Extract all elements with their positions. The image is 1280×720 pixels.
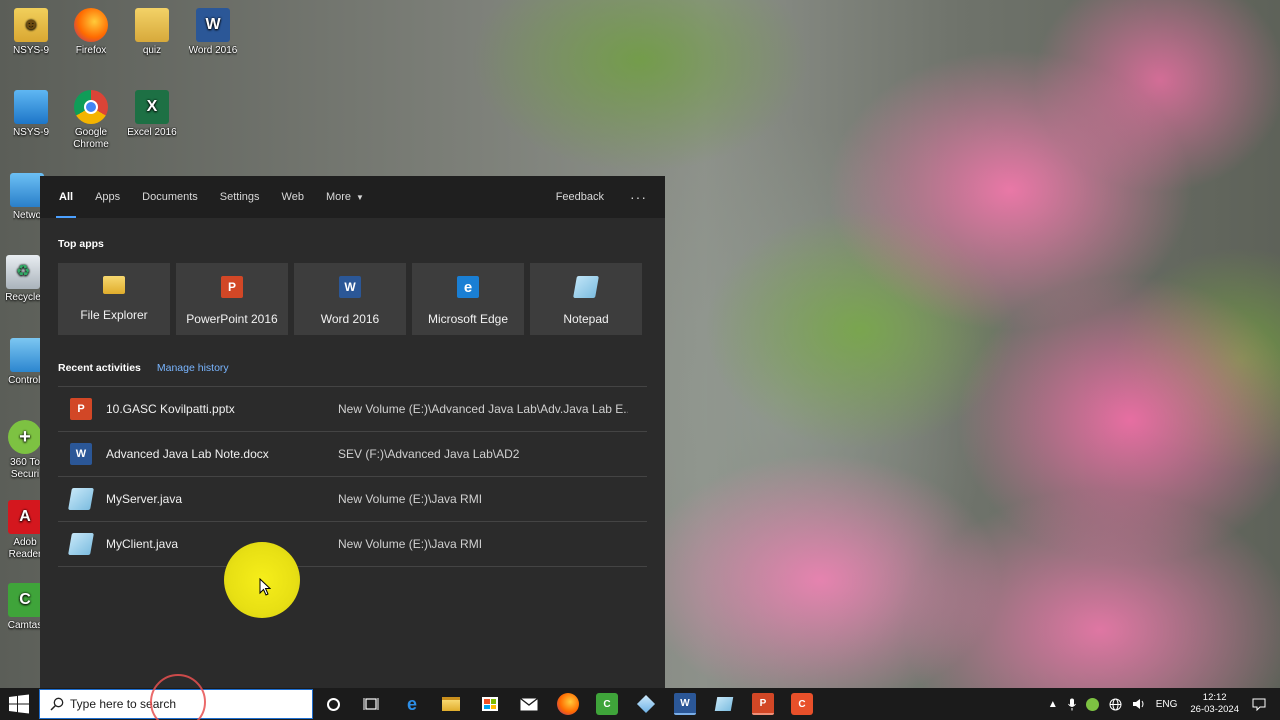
tab-settings[interactable]: Settings [209, 176, 271, 218]
task-view-icon[interactable] [360, 693, 382, 715]
tab-apps[interactable]: Apps [84, 176, 131, 218]
notepad-icon [68, 488, 94, 510]
windows-start-icon[interactable] [8, 694, 30, 714]
top-app-edge[interactable]: e Microsoft Edge [412, 263, 524, 335]
top-app-powerpoint[interactable]: P PowerPoint 2016 [176, 263, 288, 335]
powerpoint-icon[interactable]: P [752, 693, 774, 715]
excel-icon: X [135, 90, 169, 124]
mouse-pointer-icon [259, 578, 271, 596]
firefox-icon [74, 8, 108, 42]
cortana-icon[interactable] [322, 693, 344, 715]
tab-web[interactable]: Web [271, 176, 315, 218]
search-filter-bar: All Apps Documents Settings Web More ▼ F… [40, 176, 665, 218]
word-icon: W [70, 443, 92, 465]
top-app-notepad[interactable]: Notepad [530, 263, 642, 335]
feedback-link[interactable]: Feedback [556, 191, 604, 203]
control-panel-icon [10, 338, 44, 372]
chevron-down-icon: ▼ [356, 192, 364, 202]
recent-activities-heading: Recent activities [58, 362, 141, 374]
tab-more[interactable]: More ▼ [315, 176, 375, 218]
top-app-word[interactable]: W Word 2016 [294, 263, 406, 335]
network-icon [10, 173, 44, 207]
recent-item[interactable]: MyServer.java New Volume (E:)\Java RMI [58, 477, 647, 522]
tab-documents[interactable]: Documents [131, 176, 209, 218]
more-options-button[interactable]: ··· [630, 189, 647, 205]
notepad-icon[interactable] [713, 693, 735, 715]
network-globe-icon[interactable] [1109, 698, 1122, 711]
recent-item[interactable]: W Advanced Java Lab Note.docx SEV (F:)\A… [58, 432, 647, 477]
camtasia-recorder-icon[interactable]: C [791, 693, 813, 715]
search-panel: All Apps Documents Settings Web More ▼ F… [40, 176, 665, 688]
store-icon[interactable] [479, 693, 501, 715]
desktop-icon-nsys-user[interactable]: ☻ NSYS-9 [0, 8, 62, 57]
chrome-icon [74, 90, 108, 124]
top-apps-heading: Top apps [58, 238, 104, 250]
360-security-icon: + [8, 420, 42, 454]
tab-all[interactable]: All [48, 176, 84, 218]
this-pc-icon [14, 90, 48, 124]
word-icon: W [339, 276, 361, 298]
top-app-file-explorer[interactable]: File Explorer [58, 263, 170, 335]
camtasia-icon[interactable]: C [596, 693, 618, 715]
file-explorer-icon[interactable] [440, 693, 462, 715]
top-apps-list: File Explorer P PowerPoint 2016 W Word 2… [58, 263, 642, 335]
desktop-icon-chrome[interactable]: Google Chrome [60, 90, 122, 151]
word-icon[interactable]: W [674, 693, 696, 715]
desktop-icon-quiz[interactable]: quiz [121, 8, 183, 57]
system-tray: ▲ ENG 12:12 26-03-2024 [1043, 688, 1280, 720]
mail-icon[interactable] [518, 693, 540, 715]
desktop-icon-this-pc[interactable]: NSYS-9 [0, 90, 62, 139]
search-icon [50, 697, 64, 711]
file-explorer-icon [103, 276, 125, 294]
folder-icon [135, 8, 169, 42]
virtualbox-icon[interactable] [635, 693, 657, 715]
camtasia-icon: C [8, 583, 42, 617]
edge-icon: e [457, 276, 479, 298]
notepad-icon [68, 533, 94, 555]
microphone-icon[interactable] [1067, 698, 1076, 711]
recent-activities-list: P 10.GASC Kovilpatti.pptx New Volume (E:… [58, 386, 647, 567]
desktop-icon-word[interactable]: W Word 2016 [182, 8, 244, 57]
volume-icon[interactable] [1132, 698, 1146, 710]
recent-activities-header: Recent activities Manage history [58, 362, 229, 374]
language-indicator[interactable]: ENG [1156, 699, 1178, 710]
word-icon: W [196, 8, 230, 42]
recent-item[interactable]: MyClient.java New Volume (E:)\Java RMI [58, 522, 647, 567]
notepad-icon [573, 276, 599, 298]
powerpoint-icon: P [221, 276, 243, 298]
adobe-reader-icon: A [8, 500, 42, 534]
powerpoint-icon: P [70, 398, 92, 420]
security-shield-icon[interactable] [1085, 697, 1099, 711]
recycle-bin-icon: ♻ [6, 255, 40, 289]
firefox-icon[interactable] [557, 693, 579, 715]
desktop-icon-excel[interactable]: X Excel 2016 [121, 90, 183, 139]
recent-item[interactable]: P 10.GASC Kovilpatti.pptx New Volume (E:… [58, 387, 647, 432]
edge-icon[interactable]: e [401, 693, 423, 715]
manage-history-link[interactable]: Manage history [157, 362, 229, 374]
clock[interactable]: 12:12 26-03-2024 [1190, 692, 1239, 716]
chevron-up-icon[interactable]: ▲ [1048, 699, 1058, 710]
desktop-icon-firefox[interactable]: Firefox [60, 8, 122, 57]
user-folder-icon: ☻ [14, 8, 48, 42]
notifications-icon[interactable] [1252, 698, 1266, 711]
